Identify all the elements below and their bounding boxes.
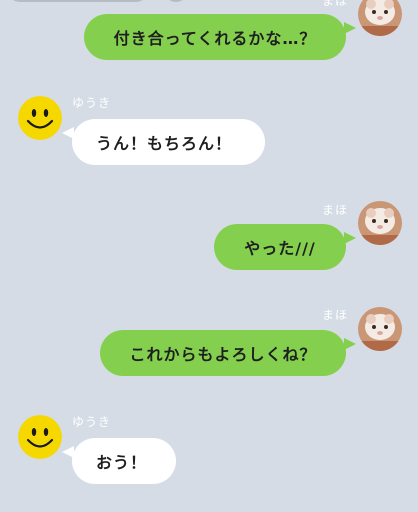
sender-name: まほ bbox=[321, 203, 348, 217]
message-bubble-received[interactable]: うん！もちろん！ bbox=[72, 119, 265, 165]
hamster-photo-icon[interactable] bbox=[358, 201, 402, 245]
bubble-tail bbox=[344, 338, 356, 350]
message-text: うん！もちろん！ bbox=[96, 134, 233, 153]
message-text: 付き合ってくれるかな…？ bbox=[113, 29, 317, 48]
hamster-photo-icon[interactable] bbox=[358, 0, 402, 36]
previous-message-bubble bbox=[8, 0, 148, 2]
message-bubble-sent[interactable]: 付き合ってくれるかな…？ bbox=[84, 14, 346, 60]
sender-name: まほ bbox=[321, 308, 348, 322]
sender-name: ゆうき bbox=[72, 96, 112, 110]
previous-message-icon bbox=[164, 0, 188, 2]
bubble-tail bbox=[344, 232, 356, 244]
hamster-photo-icon[interactable] bbox=[358, 307, 402, 351]
message-bubble-sent[interactable]: やった/// bbox=[214, 224, 346, 270]
message-text: これからもよろしくね？ bbox=[129, 345, 317, 364]
smiley-icon[interactable] bbox=[18, 96, 62, 140]
message-text: おう！ bbox=[96, 453, 148, 472]
message-text: やった/// bbox=[244, 239, 316, 258]
sender-name: ゆうき bbox=[72, 415, 112, 429]
smiley-icon[interactable] bbox=[18, 415, 62, 459]
bubble-tail bbox=[344, 22, 356, 34]
message-bubble-received[interactable]: おう！ bbox=[72, 438, 176, 484]
message-bubble-sent[interactable]: これからもよろしくね？ bbox=[100, 330, 346, 376]
sender-name: まほ bbox=[321, 0, 348, 8]
